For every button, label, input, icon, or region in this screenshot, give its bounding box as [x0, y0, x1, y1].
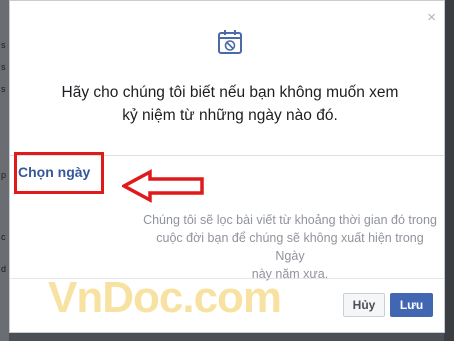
background-scroll-area — [444, 0, 454, 341]
background-text-fragment: s — [1, 62, 6, 72]
dialog-headline: Hãy cho chúng tôi biết nếu bạn không muố… — [30, 81, 430, 127]
background-text-fragment: d — [1, 264, 7, 274]
background-text-fragment: c — [1, 232, 6, 242]
cancel-button[interactable]: Hủy — [343, 293, 385, 317]
choose-dates-link[interactable]: Chọn ngày — [18, 164, 90, 180]
hide-dates-dialog: × Hãy cho chúng tôi biết nếu bạn không m… — [9, 0, 445, 333]
headline-line-1: Hãy cho chúng tôi biết nếu bạn không muố… — [61, 84, 399, 101]
background-text-fragment: s — [1, 84, 6, 94]
background-text-fragment: p — [1, 170, 7, 180]
calendar-block-icon — [218, 30, 242, 54]
red-arrow-icon — [122, 169, 204, 203]
watermark-logo: VnDoc.com — [48, 273, 282, 322]
close-icon[interactable]: × — [427, 10, 436, 25]
description-line-2: cuộc đời bạn để chúng sẽ không xuất hiện… — [156, 231, 424, 263]
background-text-fragment: s — [1, 40, 6, 50]
headline-line-2: kỷ niệm từ những ngày nào đó. — [122, 107, 338, 124]
background-page-strip: s s s p c d — [0, 0, 9, 341]
save-button[interactable]: Lưu — [390, 293, 433, 317]
description-line-1: Chúng tôi sẽ lọc bài viết từ khoảng thời… — [143, 213, 437, 227]
